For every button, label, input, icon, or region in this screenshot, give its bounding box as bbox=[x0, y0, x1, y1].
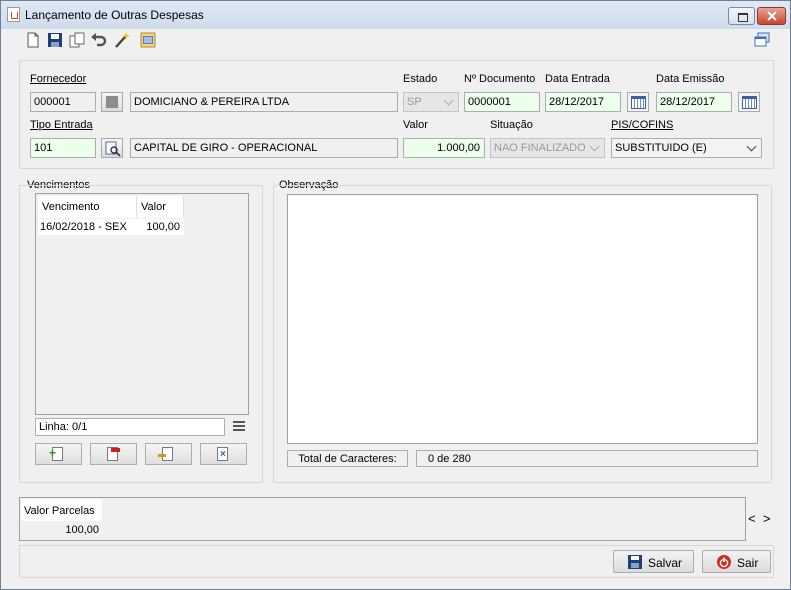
observacao-textarea[interactable] bbox=[287, 194, 758, 444]
estado-label: Estado bbox=[403, 73, 438, 85]
tipo-entrada-label[interactable]: Tipo Entrada bbox=[30, 119, 93, 131]
situacao-select: NAO FINALIZADO bbox=[490, 138, 605, 158]
windows-cascade-icon[interactable] bbox=[753, 31, 771, 49]
data-entrada-label: Data Entrada bbox=[545, 73, 610, 85]
summary-panel: Valor Parcelas 100,00 bbox=[19, 497, 746, 541]
pis-cofins-select[interactable]: SUBSTITUIDO (E) bbox=[611, 138, 762, 158]
search-icon bbox=[105, 141, 121, 157]
edit-vencimento-button[interactable] bbox=[145, 443, 192, 465]
table-cell-vencimento[interactable]: 16/02/2018 - SEX bbox=[38, 219, 137, 235]
copy-icon[interactable] bbox=[68, 31, 86, 49]
clear-vencimentos-button[interactable]: × bbox=[200, 443, 247, 465]
save-disk-icon bbox=[628, 555, 642, 569]
save-disk-icon[interactable] bbox=[46, 31, 64, 49]
restore-window-button[interactable] bbox=[728, 7, 755, 25]
exit-button-label: Sair bbox=[737, 556, 759, 570]
fornecedor-search-button[interactable] bbox=[101, 92, 123, 112]
valor-label: Valor bbox=[403, 119, 428, 131]
total-caracteres-value: 0 de 280 bbox=[416, 450, 758, 467]
java-app-icon bbox=[7, 7, 20, 22]
pis-cofins-value: SUBSTITUIDO (E) bbox=[615, 142, 707, 154]
scroll-left-button[interactable]: < bbox=[748, 511, 756, 526]
undo-icon[interactable] bbox=[90, 31, 108, 49]
report-icon[interactable] bbox=[139, 31, 157, 49]
add-vencimento-button[interactable]: + bbox=[35, 443, 82, 465]
data-entrada-field[interactable]: 28/12/2017 bbox=[545, 92, 621, 112]
application-window: Lançamento de Outras Despesas Fornecedor… bbox=[0, 0, 791, 590]
valor-parcelas-header: Valor Parcelas bbox=[21, 499, 102, 521]
list-menu-icon[interactable] bbox=[233, 421, 245, 433]
calendar-icon bbox=[742, 96, 757, 109]
data-emissao-calendar-button[interactable] bbox=[738, 92, 760, 112]
data-emissao-label: Data Emissão bbox=[656, 73, 725, 85]
chevron-down-icon bbox=[746, 141, 757, 152]
table-cell-valor[interactable]: 100,00 bbox=[137, 219, 184, 235]
tipo-entrada-code-field[interactable]: 101 bbox=[30, 138, 96, 158]
save-button[interactable]: Salvar bbox=[613, 550, 694, 573]
magic-wand-icon[interactable] bbox=[113, 31, 131, 49]
new-document-icon[interactable] bbox=[24, 31, 42, 49]
fornecedor-name-field: DOMICIANO & PEREIRA LTDA bbox=[130, 92, 398, 112]
estado-select: SP bbox=[403, 92, 459, 112]
situacao-label: Situação bbox=[490, 119, 533, 131]
chevron-down-icon bbox=[589, 141, 600, 152]
data-emissao-field[interactable]: 28/12/2017 bbox=[656, 92, 732, 112]
close-window-button[interactable] bbox=[757, 7, 786, 25]
column-header-vencimento[interactable]: Vencimento bbox=[38, 196, 137, 218]
estado-value: SP bbox=[407, 96, 422, 108]
search-icon bbox=[106, 96, 118, 108]
power-exit-icon bbox=[717, 555, 731, 569]
fornecedor-code-field[interactable]: 000001 bbox=[30, 92, 96, 112]
chevron-down-icon bbox=[443, 95, 454, 106]
total-caracteres-label: Total de Caracteres: bbox=[287, 450, 408, 467]
column-header-valor[interactable]: Valor bbox=[137, 196, 184, 218]
fornecedor-label[interactable]: Fornecedor bbox=[30, 73, 86, 85]
window-client-area: Fornecedor 000001 DOMICIANO & PEREIRA LT… bbox=[5, 29, 786, 586]
tipo-entrada-search-button[interactable] bbox=[101, 138, 123, 158]
save-button-label: Salvar bbox=[648, 556, 683, 570]
pis-cofins-label[interactable]: PIS/COFINS bbox=[611, 119, 673, 131]
documento-field[interactable]: 0000001 bbox=[464, 92, 540, 112]
remove-vencimento-button[interactable] bbox=[90, 443, 137, 465]
title-bar: Lançamento de Outras Despesas bbox=[1, 1, 790, 29]
valor-field[interactable]: 1.000,00 bbox=[403, 138, 485, 158]
situacao-value: NAO FINALIZADO bbox=[494, 142, 586, 154]
calendar-icon bbox=[631, 96, 646, 109]
data-entrada-calendar-button[interactable] bbox=[627, 92, 649, 112]
vencimentos-table[interactable]: Vencimento Valor 16/02/2018 - SEX 100,00 bbox=[35, 193, 249, 415]
linha-status: Linha: 0/1 bbox=[35, 418, 225, 436]
window-title: Lançamento de Outras Despesas bbox=[25, 8, 204, 22]
tipo-entrada-name-field: CAPITAL DE GIRO - OPERACIONAL bbox=[130, 138, 398, 158]
valor-parcelas-value: 100,00 bbox=[21, 521, 102, 539]
scroll-right-button[interactable]: > bbox=[763, 511, 771, 526]
documento-label: Nº Documento bbox=[464, 73, 536, 85]
exit-button[interactable]: Sair bbox=[702, 550, 771, 573]
